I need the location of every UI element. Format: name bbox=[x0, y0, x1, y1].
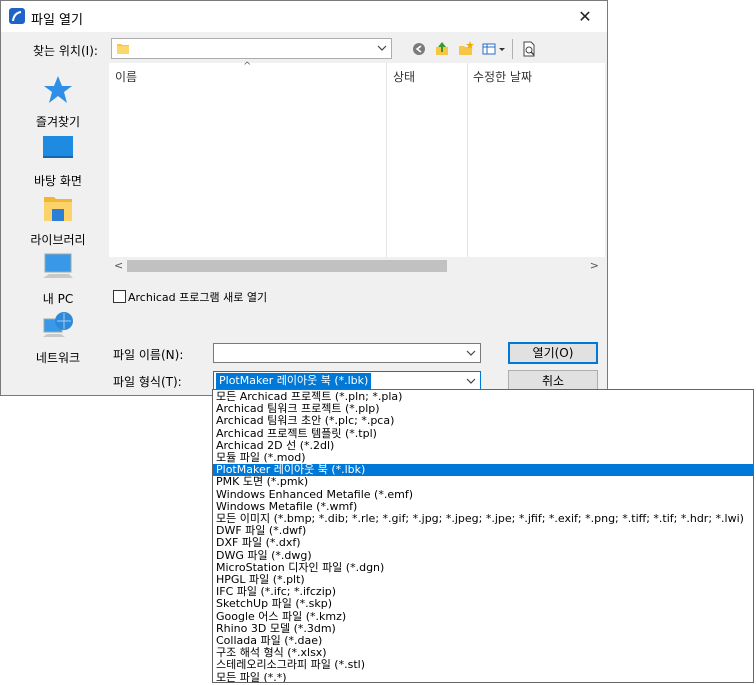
chevron-down-icon[interactable] bbox=[465, 347, 477, 359]
folder-icon bbox=[117, 44, 129, 54]
filename-label: 파일 이름(N): bbox=[113, 348, 184, 362]
filetype-option[interactable]: IFC 파일 (*.ifc; *.ifczip) bbox=[213, 586, 753, 598]
filetype-option[interactable]: PMK 도면 (*.pmk) bbox=[213, 476, 753, 488]
filetype-combo[interactable]: PlotMaker 레이아웃 북 (*.lbk) bbox=[213, 371, 481, 391]
column-separator bbox=[386, 63, 387, 257]
filetype-option[interactable]: Collada 파일 (*.dae) bbox=[213, 635, 753, 647]
scroll-left-icon[interactable]: < bbox=[114, 259, 123, 272]
chevron-down-icon[interactable] bbox=[465, 375, 477, 387]
close-icon: ✕ bbox=[578, 7, 592, 26]
column-header-name[interactable]: 이름 bbox=[115, 68, 137, 85]
network-icon bbox=[43, 312, 73, 337]
filetype-option[interactable]: DXF 파일 (*.dxf) bbox=[213, 537, 753, 549]
filetype-option[interactable]: DWF 파일 (*.dwf) bbox=[213, 525, 753, 537]
open-new-archicad-checkbox[interactable] bbox=[113, 290, 126, 303]
archicad-app-icon bbox=[9, 8, 25, 24]
filetype-option[interactable]: 모든 파일 (*.*) bbox=[213, 672, 753, 682]
file-list[interactable]: ^ 이름 상태 수정한 날짜 < > bbox=[109, 61, 605, 275]
filetype-option[interactable]: PlotMaker 레이아웃 북 (*.lbk) bbox=[213, 464, 753, 477]
place-label: 네트워크 bbox=[35, 351, 81, 365]
look-in-combo[interactable] bbox=[111, 38, 392, 59]
desktop-icon bbox=[43, 136, 73, 158]
filetype-option[interactable]: 모든 Archicad 프로젝트 (*.pln; *.pla) bbox=[213, 391, 753, 403]
place-label: 라이브러리 bbox=[30, 233, 86, 247]
filetype-option[interactable]: DWG 파일 (*.dwg) bbox=[213, 550, 753, 562]
view-menu-icon[interactable] bbox=[480, 39, 508, 59]
place-label: 즐겨찾기 bbox=[35, 115, 81, 129]
toolbar-separator bbox=[512, 39, 513, 59]
open-button[interactable]: 열기(O) bbox=[508, 342, 598, 364]
scroll-right-icon[interactable]: > bbox=[590, 259, 599, 272]
new-folder-icon[interactable] bbox=[456, 39, 476, 59]
filetype-option[interactable]: Archicad 팀워크 프로젝트 (*.plp) bbox=[213, 403, 753, 415]
place-label: 내 PC bbox=[42, 292, 74, 306]
file-open-dialog: 파일 열기 ✕ 찾는 위치(I): 즐겨찾기 바탕 화면 라이브러리 내 PC … bbox=[0, 0, 608, 396]
filetype-option[interactable]: Windows Enhanced Metafile (*.emf) bbox=[213, 489, 753, 501]
library-icon bbox=[44, 197, 72, 221]
filetype-option[interactable]: MicroStation 디자인 파일 (*.dgn) bbox=[213, 562, 753, 574]
computer-icon bbox=[43, 253, 73, 278]
close-button[interactable]: ✕ bbox=[563, 1, 607, 32]
preview-icon[interactable] bbox=[519, 39, 539, 59]
filetype-label: 파일 형식(T): bbox=[113, 375, 182, 389]
filetype-option[interactable]: 모든 이미지 (*.bmp; *.dib; *.rle; *.gif; *.jp… bbox=[213, 513, 753, 525]
places-bar: 즐겨찾기 바탕 화면 라이브러리 내 PC 네트워크 bbox=[9, 63, 107, 373]
column-header-status[interactable]: 상태 bbox=[393, 68, 415, 85]
horizontal-scrollbar[interactable]: < > bbox=[109, 257, 605, 275]
column-header-date-modified[interactable]: 수정한 날짜 bbox=[473, 68, 532, 85]
open-new-archicad-label: Archicad 프로그램 새로 열기 bbox=[128, 291, 268, 304]
star-icon bbox=[44, 76, 72, 103]
filetype-value: PlotMaker 레이아웃 북 (*.lbk) bbox=[216, 373, 372, 389]
filetype-option[interactable]: Archicad 2D 선 (*.2dl) bbox=[213, 440, 753, 452]
filetype-option[interactable]: Archicad 팀워크 초안 (*.plc; *.pca) bbox=[213, 415, 753, 427]
column-separator bbox=[467, 63, 468, 257]
filetype-option[interactable]: 스테레오리소그라피 파일 (*.stl) bbox=[213, 659, 753, 671]
place-label: 바탕 화면 bbox=[34, 174, 82, 188]
back-icon[interactable] bbox=[409, 39, 429, 59]
filetype-option[interactable]: 모듈 파일 (*.mod) bbox=[213, 452, 753, 464]
chevron-down-icon[interactable] bbox=[376, 42, 388, 54]
filetype-option[interactable]: Google 어스 파일 (*.kmz) bbox=[213, 611, 753, 623]
filename-combo[interactable] bbox=[213, 343, 481, 363]
up-folder-icon[interactable] bbox=[432, 39, 452, 59]
sort-ascending-icon: ^ bbox=[243, 61, 252, 72]
window-title: 파일 열기 bbox=[31, 13, 83, 28]
filetype-option[interactable]: Archicad 프로젝트 템플릿 (*.tpl) bbox=[213, 428, 753, 440]
filetype-dropdown-list[interactable]: 모든 Archicad 프로젝트 (*.pln; *.pla) Archicad … bbox=[212, 389, 754, 683]
scrollbar-thumb[interactable] bbox=[127, 260, 447, 272]
filetype-option[interactable]: Rhino 3D 모델 (*.3dm) bbox=[213, 623, 753, 635]
filetype-option[interactable]: Windows Metafile (*.wmf) bbox=[213, 501, 753, 513]
title-bar: 파일 열기 ✕ bbox=[1, 1, 607, 32]
filetype-option[interactable]: 구조 해석 형식 (*.xlsx) bbox=[213, 647, 753, 659]
filetype-option[interactable]: SketchUp 파일 (*.skp) bbox=[213, 598, 753, 610]
look-in-label: 찾는 위치(I): bbox=[33, 44, 98, 58]
filetype-option[interactable]: HPGL 파일 (*.plt) bbox=[213, 574, 753, 586]
